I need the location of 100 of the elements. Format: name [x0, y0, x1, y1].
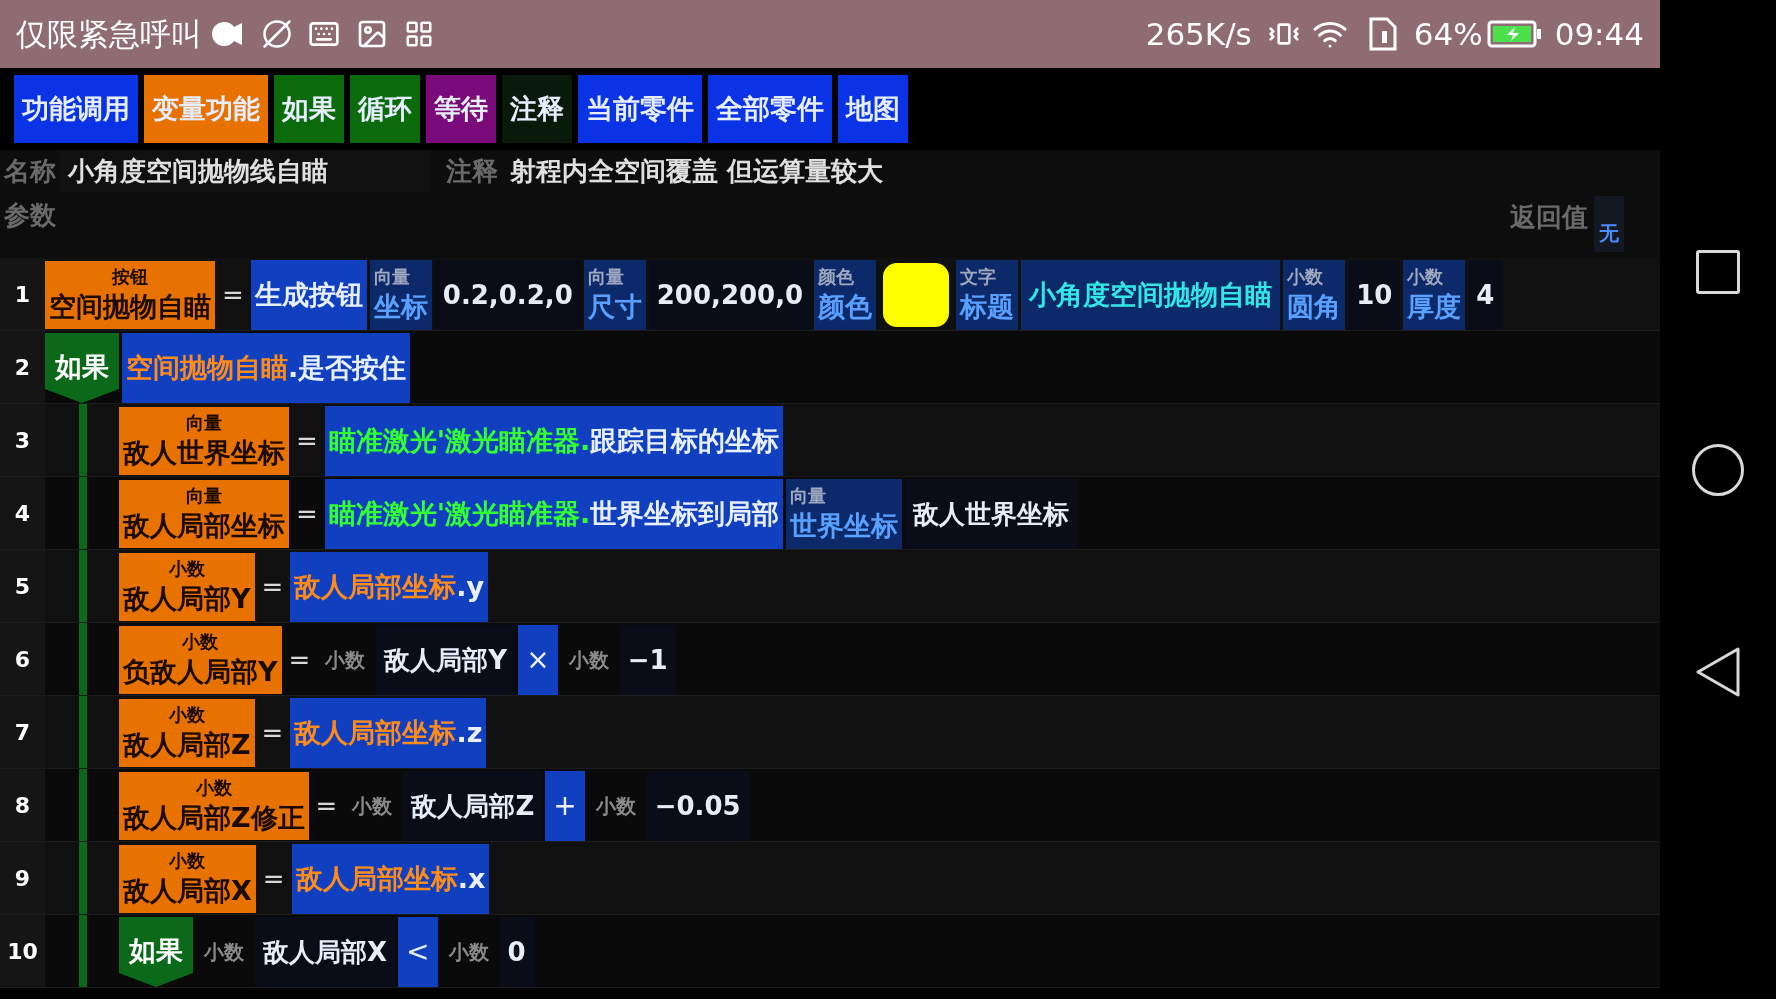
- variable-name: 敌人局部坐标: [123, 509, 285, 543]
- equals-sign: =: [261, 862, 286, 896]
- type-label: 颜色: [818, 265, 856, 289]
- value-field[interactable]: 4: [1468, 260, 1503, 330]
- battery-percent: 64%: [1413, 14, 1483, 54]
- value-field[interactable]: 0: [499, 917, 534, 987]
- variable-name: 敌人世界坐标: [123, 436, 285, 470]
- equals-sign: =: [295, 497, 319, 531]
- type-label: 小数: [195, 776, 232, 800]
- parameter-label[interactable]: 向量 尺寸: [583, 260, 646, 330]
- variable-block[interactable]: 向量 敌人世界坐标: [119, 407, 289, 475]
- back-button[interactable]: [1694, 646, 1742, 698]
- toolbar-button[interactable]: 等待: [426, 75, 496, 143]
- line-number: 4: [0, 477, 45, 549]
- toolbar-button[interactable]: 注释: [502, 75, 572, 143]
- parameter-name: 坐标: [373, 290, 428, 324]
- operator-block[interactable]: +: [545, 771, 585, 841]
- if-block[interactable]: 如果: [45, 333, 119, 403]
- value-field[interactable]: 敌人局部Y: [376, 625, 516, 695]
- type-label: 向量: [186, 484, 222, 508]
- equals-sign: =: [221, 278, 245, 312]
- status-text: 仅限紧急呼叫: [16, 14, 202, 54]
- type-label: 小数: [168, 703, 205, 727]
- parameter-name: 尺寸: [587, 290, 642, 324]
- value-field[interactable]: 敌人世界坐标: [905, 479, 1078, 549]
- function-call-block[interactable]: 敌人局部坐标.z: [290, 698, 487, 768]
- sim-card-icon: [1367, 17, 1398, 51]
- variable-block[interactable]: 小数 敌人局部X: [119, 845, 256, 913]
- operator-block[interactable]: ×: [518, 625, 558, 695]
- parameter-name: 厚度: [1407, 290, 1462, 324]
- value-field[interactable]: 敌人局部Z: [403, 771, 543, 841]
- toolbar-button[interactable]: 全部零件: [708, 75, 832, 143]
- variable-block[interactable]: 按钮 空间抛物自瞄: [45, 261, 215, 329]
- equals-sign: =: [314, 789, 339, 823]
- text-value-field[interactable]: 小角度空间抛物自瞄: [1021, 260, 1281, 330]
- call-text: .是否按住: [288, 350, 407, 385]
- function-call-block[interactable]: 瞄准激光'激光瞄准器.世界坐标到局部: [324, 479, 784, 549]
- function-call-block[interactable]: 敌人局部坐标.x: [291, 844, 490, 914]
- function-call-block[interactable]: 瞄准激光'激光瞄准器.跟踪目标的坐标: [324, 406, 784, 476]
- parameter-label[interactable]: 小数 圆角: [1283, 260, 1346, 330]
- parameter-label[interactable]: 向量 坐标: [369, 260, 432, 330]
- type-label: 小数: [182, 630, 219, 654]
- call-text: 世界坐标到局部: [590, 496, 780, 531]
- parameter-label[interactable]: 向量 世界坐标: [786, 479, 903, 549]
- line-number: 5: [0, 550, 45, 622]
- image-icon: [356, 18, 388, 50]
- value-field[interactable]: 10: [1348, 260, 1401, 330]
- variable-block[interactable]: 小数 负敌人局部Y: [119, 626, 282, 694]
- home-button[interactable]: [1692, 444, 1744, 496]
- line-number: 2: [0, 331, 45, 403]
- variable-block[interactable]: 小数 敌人局部Y: [119, 553, 255, 621]
- type-label: 向量: [186, 411, 222, 435]
- call-text: .x: [457, 861, 486, 896]
- type-label: 按钮: [112, 265, 148, 289]
- function-call-block[interactable]: 敌人局部坐标.y: [290, 552, 489, 622]
- value-field[interactable]: 敌人局部X: [255, 917, 396, 987]
- variable-block[interactable]: 小数 敌人局部Z: [119, 699, 255, 767]
- call-text: 瞄准激光'激光瞄准器.: [328, 496, 591, 531]
- call-text: .y: [456, 569, 485, 604]
- variable-block[interactable]: 向量 敌人局部坐标: [119, 480, 289, 548]
- parameter-label[interactable]: 小数 厚度: [1403, 260, 1466, 330]
- variable-block[interactable]: 小数 敌人局部Z修正: [119, 772, 309, 840]
- recent-apps-button[interactable]: [1696, 250, 1740, 294]
- line-number: 8: [0, 769, 45, 841]
- note-field[interactable]: 射程内全空间覆盖 但运算量较大: [502, 150, 892, 192]
- parameter-name: 圆角: [1287, 290, 1342, 324]
- operator-block[interactable]: <: [398, 917, 438, 987]
- type-label: 小数: [1287, 265, 1325, 289]
- color-swatch[interactable]: [883, 263, 950, 327]
- toolbar-button[interactable]: 循环: [350, 75, 420, 143]
- if-block[interactable]: 如果: [119, 917, 193, 987]
- return-value-field[interactable]: 无: [1594, 196, 1624, 252]
- value-field[interactable]: −0.05: [646, 771, 749, 841]
- call-text: 跟踪目标的坐标: [590, 423, 780, 458]
- type-label: 小数: [169, 849, 206, 873]
- value-field[interactable]: 200,200,0: [648, 260, 812, 330]
- call-text: 空间抛物自瞄: [126, 350, 288, 385]
- parameter-label[interactable]: 文字 标题: [956, 260, 1019, 330]
- value-field[interactable]: −1: [619, 625, 676, 695]
- type-label: 文字: [960, 265, 998, 289]
- function-call-block[interactable]: 生成按钮: [250, 260, 367, 330]
- toolbar-button[interactable]: 地图: [838, 75, 908, 143]
- toolbar-button[interactable]: 如果: [274, 75, 344, 143]
- value-field[interactable]: 0.2,0.2,0: [434, 260, 581, 330]
- toolbar-button[interactable]: 当前零件: [578, 75, 702, 143]
- type-label: 向量: [373, 265, 411, 289]
- network-speed: 265K/s: [1145, 14, 1252, 54]
- call-text: 生成按钮: [254, 277, 363, 312]
- line-number: 7: [0, 696, 45, 768]
- blocked-icon: [262, 19, 292, 49]
- function-call-block[interactable]: 空间抛物自瞄.是否按住: [122, 333, 411, 403]
- call-text: .z: [456, 715, 483, 750]
- field-label: 注释: [445, 154, 499, 188]
- type-label: 小数: [1407, 265, 1445, 289]
- toolbar-button[interactable]: 功能调用: [14, 75, 138, 143]
- type-label: 向量: [587, 265, 625, 289]
- parameter-label[interactable]: 颜色 颜色: [814, 260, 877, 330]
- variable-name: 负敌人局部Y: [123, 655, 278, 689]
- variable-name: 敌人局部Y: [123, 582, 251, 616]
- line-number: 10: [0, 915, 45, 987]
